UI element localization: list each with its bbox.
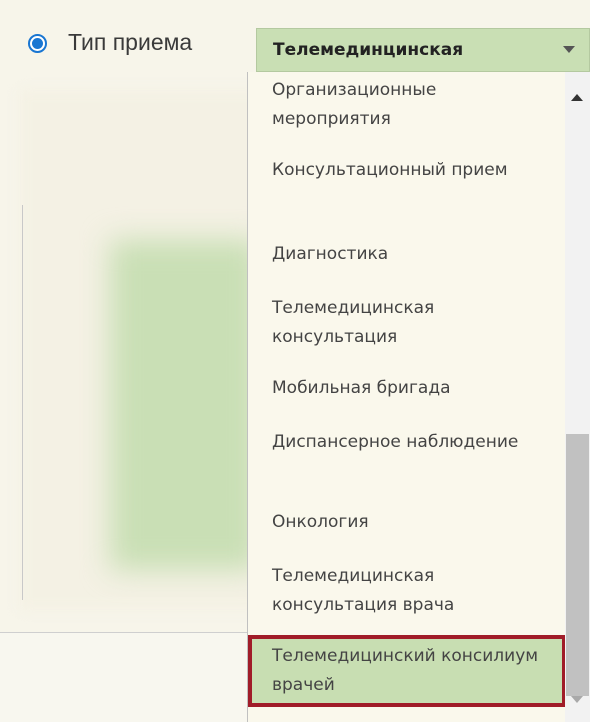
dropdown-item-dispensary[interactable]: Диспансерное наблюдение [272,428,552,457]
dropdown-item-diagnostics[interactable]: Диагностика [272,240,552,269]
dropdown-item-oncology[interactable]: Онкология [272,508,552,537]
dropdown-item-telemedicine-council[interactable]: Телемедицинский консилиум врачей [248,635,566,707]
scroll-down-icon[interactable] [571,696,583,703]
appointment-type-label: Тип приема [68,29,193,55]
appointment-type-radio[interactable] [28,34,47,53]
dropdown-item-consultation[interactable]: Консультационный прием [272,156,552,185]
dropdown-scrollbar[interactable] [565,72,590,722]
scroll-up-icon[interactable] [571,94,583,101]
select-value: Телемединцинская [273,40,464,60]
dropdown-item-telemedicine-doctor-consultation[interactable]: Телемедицинская консультация врача [272,562,552,620]
chevron-down-icon[interactable] [563,46,575,53]
scrollbar-thumb[interactable] [566,434,589,696]
dropdown-item-telemedicine-consultation[interactable]: Телемедицинская консультация [272,294,552,352]
panel-border [22,205,23,600]
dropdown-item-organizational[interactable]: Организационные мероприятия [272,76,552,134]
dropdown-item-mobile-brigade[interactable]: Мобильная бригада [272,374,552,403]
blurred-content-inner [110,240,260,570]
appointment-type-dropdown: Организационные мероприятия Консультацио… [247,72,590,722]
appointment-type-select[interactable]: Телемединцинская [256,28,590,72]
